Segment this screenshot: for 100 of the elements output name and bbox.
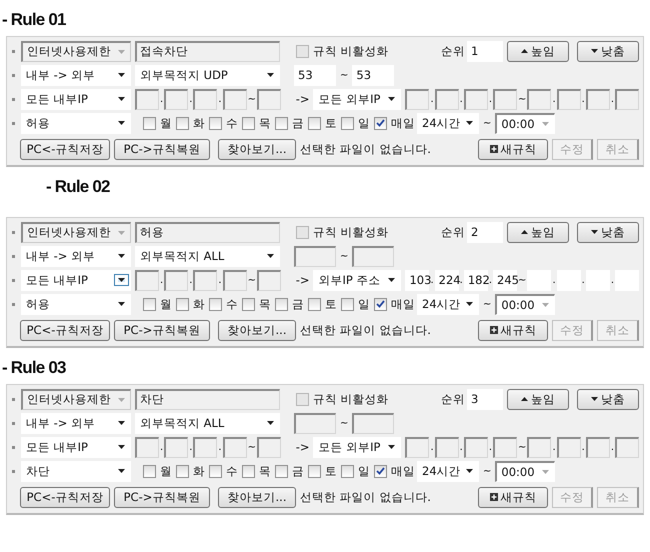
target-dropdown[interactable]: 모든 외부IP: [313, 436, 402, 458]
new-rule-button[interactable]: 새규칙: [478, 320, 548, 340]
separator: .: [460, 94, 463, 104]
destination-dropdown[interactable]: 외부목적지 UDP: [135, 64, 280, 86]
checkbox[interactable]: [242, 116, 255, 130]
source-dropdown[interactable]: 모든 내부IP: [21, 270, 131, 290]
browse-button[interactable]: 찾아보기...: [218, 138, 296, 160]
port-field[interactable]: 53: [352, 64, 394, 86]
duration-dropdown[interactable]: 24시간: [417, 294, 479, 314]
action-dropdown[interactable]: 허용: [21, 112, 131, 134]
raise-button[interactable]: 높임: [507, 222, 569, 242]
separator: ~: [518, 442, 526, 452]
port-field[interactable]: 53: [294, 64, 336, 86]
caret-icon: [118, 445, 125, 449]
lower-button[interactable]: 낮춤: [577, 388, 639, 410]
caret-icon: [267, 73, 274, 77]
separator: ~: [483, 298, 492, 310]
browse-button[interactable]: 찾아보기...: [218, 486, 296, 508]
day-label: 금: [292, 464, 304, 478]
day-label: 금: [292, 116, 304, 130]
priority-label: 순위: [441, 44, 465, 58]
day-label: 월: [160, 296, 172, 312]
destination-dropdown[interactable]: 외부목적지 ALL: [135, 412, 280, 434]
priority-field[interactable]: 3: [467, 388, 503, 410]
day-label: 수: [226, 464, 238, 478]
daily-label: 매일: [391, 296, 415, 312]
checkbox[interactable]: [143, 298, 156, 310]
caret-icon: [267, 254, 274, 258]
priority-field[interactable]: 2: [467, 222, 503, 242]
daily-label: 매일: [391, 464, 415, 478]
caret-icon: [466, 469, 473, 473]
checkbox[interactable]: [341, 298, 354, 310]
input-field[interactable]: 103: [405, 270, 430, 290]
checkbox[interactable]: [176, 116, 189, 130]
separator: ~: [518, 274, 526, 286]
day-label: 수: [226, 296, 238, 312]
target-dropdown[interactable]: 외부IP 주소: [313, 270, 402, 290]
input-field[interactable]: 182: [464, 270, 488, 290]
checkbox[interactable]: [209, 464, 222, 478]
checkbox[interactable]: [143, 464, 156, 478]
day-label: 일: [358, 116, 370, 130]
restore-button[interactable]: PC->규칙복원: [114, 320, 210, 340]
direction-dropdown[interactable]: 내부 -> 외부: [21, 412, 131, 434]
separator: .: [218, 274, 222, 286]
source-dropdown[interactable]: 모든 내부IP: [21, 88, 131, 110]
checkbox[interactable]: [209, 116, 222, 130]
raise-button[interactable]: 높임: [507, 40, 569, 62]
checkbox[interactable]: [374, 298, 387, 310]
restore-button[interactable]: PC->규칙복원: [114, 138, 210, 160]
direction-dropdown[interactable]: 내부 -> 외부: [21, 246, 131, 266]
separator: ~: [248, 94, 256, 104]
checkbox[interactable]: [176, 464, 189, 478]
checkbox[interactable]: [374, 116, 387, 130]
priority-field[interactable]: 1: [467, 40, 503, 62]
day-label: 월: [160, 116, 172, 130]
day-label: 토: [325, 116, 337, 130]
checkbox[interactable]: [341, 116, 354, 130]
destination-dropdown[interactable]: 외부목적지 ALL: [135, 246, 280, 266]
input-field[interactable]: 245: [493, 270, 518, 290]
separator: .: [582, 274, 585, 286]
input-field[interactable]: 224: [434, 270, 459, 290]
separator: ~: [248, 274, 256, 286]
restore-button[interactable]: PC->규칙복원: [114, 486, 210, 508]
caret-icon: [118, 73, 125, 77]
source-dropdown[interactable]: 모든 내부IP: [21, 436, 131, 458]
checkbox[interactable]: [374, 464, 387, 478]
action-dropdown[interactable]: 허용: [21, 294, 131, 314]
checkbox[interactable]: [176, 298, 189, 310]
checkbox[interactable]: [341, 464, 354, 478]
checkbox[interactable]: [209, 298, 222, 310]
checkbox[interactable]: [308, 116, 321, 130]
arrow-text: ->: [296, 92, 310, 106]
direction-dropdown[interactable]: 내부 -> 외부: [21, 64, 131, 86]
new-rule-button[interactable]: 새규칙: [478, 486, 548, 508]
checkbox[interactable]: [275, 464, 288, 478]
checkbox[interactable]: [308, 298, 321, 310]
browse-button[interactable]: 찾아보기...: [218, 320, 296, 340]
action-dropdown[interactable]: 차단: [21, 460, 131, 482]
checkbox[interactable]: [275, 116, 288, 130]
duration-dropdown[interactable]: 24시간: [417, 112, 479, 134]
checkbox[interactable]: [143, 116, 156, 130]
raise-button[interactable]: 높임: [507, 388, 569, 410]
target-dropdown[interactable]: 모든 외부IP: [313, 88, 402, 110]
duration-dropdown[interactable]: 24시간: [417, 460, 479, 482]
checkbox[interactable]: [242, 464, 255, 478]
save-button[interactable]: PC<-규칙저장: [20, 486, 110, 508]
caret-icon: [118, 97, 125, 101]
lower-button[interactable]: 낮춤: [577, 40, 639, 62]
save-button[interactable]: PC<-규칙저장: [20, 138, 110, 160]
new-rule-button[interactable]: 새규칙: [478, 138, 548, 160]
separator: .: [430, 94, 434, 104]
checkbox[interactable]: [242, 298, 255, 310]
caret-icon: [542, 302, 550, 306]
caret-icon: [118, 421, 125, 425]
day-label: 일: [358, 296, 370, 312]
checkbox[interactable]: [308, 464, 321, 478]
separator: .: [488, 94, 492, 104]
save-button[interactable]: PC<-규칙저장: [20, 320, 110, 340]
lower-button[interactable]: 낮춤: [577, 222, 639, 242]
checkbox[interactable]: [275, 298, 288, 310]
